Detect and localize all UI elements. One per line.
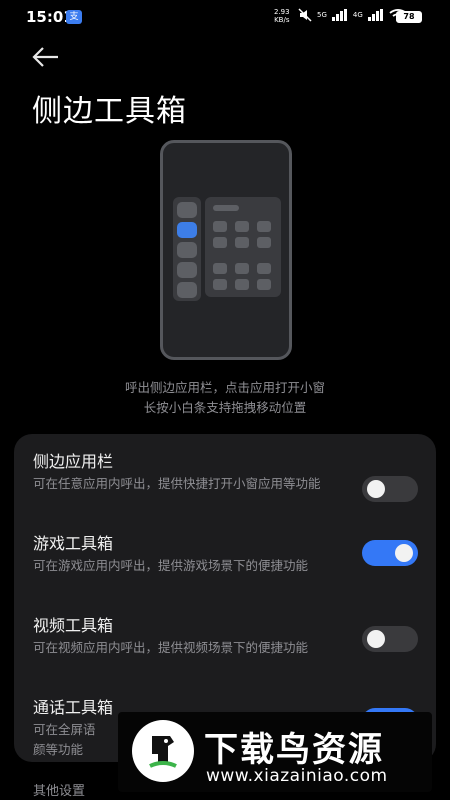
setting-description: 可在任意应用内呼出，提供快捷打开小窗应用等功能 xyxy=(33,476,321,491)
feature-description: 呼出侧边应用栏，点击应用打开小窗 长按小白条支持拖拽移动位置 xyxy=(0,378,450,418)
back-button[interactable] xyxy=(30,44,60,70)
illustration-app-panel xyxy=(205,197,281,297)
illustration-cell xyxy=(213,263,227,274)
illustration-app-dot xyxy=(177,202,197,218)
video-toolbox-toggle[interactable] xyxy=(362,626,418,652)
network-speed: 2.93 KB/s xyxy=(274,8,290,24)
toggle-knob xyxy=(367,630,385,648)
illustration-app-dot xyxy=(177,262,197,278)
illustration-cell xyxy=(213,237,227,248)
illustration-cell xyxy=(257,263,271,274)
illustration-cell xyxy=(257,237,271,248)
illustration-cell xyxy=(257,279,271,290)
setting-description: 可在游戏应用内呼出，提供游戏场景下的便捷功能 xyxy=(33,558,309,573)
illustration-cell xyxy=(235,279,249,290)
setting-name: 侧边应用栏 xyxy=(33,452,114,471)
illustration-sidebar-rail xyxy=(173,197,201,301)
illustration-app-dot-active xyxy=(177,222,197,238)
network-speed-value: 2.93 xyxy=(274,8,290,16)
toggle-knob xyxy=(367,480,385,498)
bird-logo-shape xyxy=(149,736,177,768)
illustration-cell xyxy=(235,263,249,274)
status-icons: 5G 4G xyxy=(298,8,407,22)
sidebar-illustration xyxy=(160,140,292,360)
sidebar-apps-toggle[interactable] xyxy=(362,476,418,502)
description-line-1: 呼出侧边应用栏，点击应用打开小窗 xyxy=(124,380,325,395)
setting-name: 视频工具箱 xyxy=(33,616,114,635)
illustration-cell xyxy=(213,279,227,290)
signal-4g-label: 4G xyxy=(352,11,363,19)
setting-item-video-toolbox[interactable]: 视频工具箱 可在视频应用内呼出，提供视频场景下的便捷功能 xyxy=(14,612,436,684)
illustration-cell xyxy=(235,237,249,248)
description-line-2: 长按小白条支持拖拽移动位置 xyxy=(143,400,307,415)
illustration-cell xyxy=(257,221,271,232)
illustration-cell xyxy=(213,221,227,232)
signal-5g-label: 5G xyxy=(317,11,327,19)
toggle-knob xyxy=(395,544,413,562)
setting-name: 游戏工具箱 xyxy=(33,534,114,553)
back-arrow-icon xyxy=(32,47,58,67)
mute-icon xyxy=(298,8,312,22)
signal-bars-icon xyxy=(331,9,347,21)
page-title: 侧边工具箱 xyxy=(32,94,187,129)
illustration-cell xyxy=(235,221,249,232)
network-speed-unit: KB/s xyxy=(274,16,290,24)
setting-item-game-toolbox[interactable]: 游戏工具箱 可在游戏应用内呼出，提供游戏场景下的便捷功能 xyxy=(14,530,436,602)
other-settings-link[interactable]: 其他设置 xyxy=(33,780,85,799)
game-toolbox-toggle[interactable] xyxy=(362,540,418,566)
alipay-notification-icon: 支 xyxy=(66,10,82,24)
illustration-panel-header xyxy=(213,205,239,211)
watermark: 下载鸟资源 www.xiazainiao.com xyxy=(118,712,432,792)
illustration-app-dot xyxy=(177,242,197,258)
watermark-url: www.xiazainiao.com xyxy=(206,766,388,786)
bird-logo-icon xyxy=(132,720,194,782)
status-bar: 15:01 支 2.93 KB/s 5G 4G 78 xyxy=(0,0,450,34)
setting-description: 可在视频应用内呼出，提供视频场景下的便捷功能 xyxy=(33,640,309,655)
setting-item-sidebar-apps[interactable]: 侧边应用栏 可在任意应用内呼出，提供快捷打开小窗应用等功能 xyxy=(14,448,436,520)
setting-name: 通话工具箱 xyxy=(33,698,114,717)
battery-icon: 78 xyxy=(396,11,422,23)
signal-bars-2-icon xyxy=(367,9,383,21)
watermark-brand: 下载鸟资源 xyxy=(204,730,384,770)
illustration-app-dot xyxy=(177,282,197,298)
